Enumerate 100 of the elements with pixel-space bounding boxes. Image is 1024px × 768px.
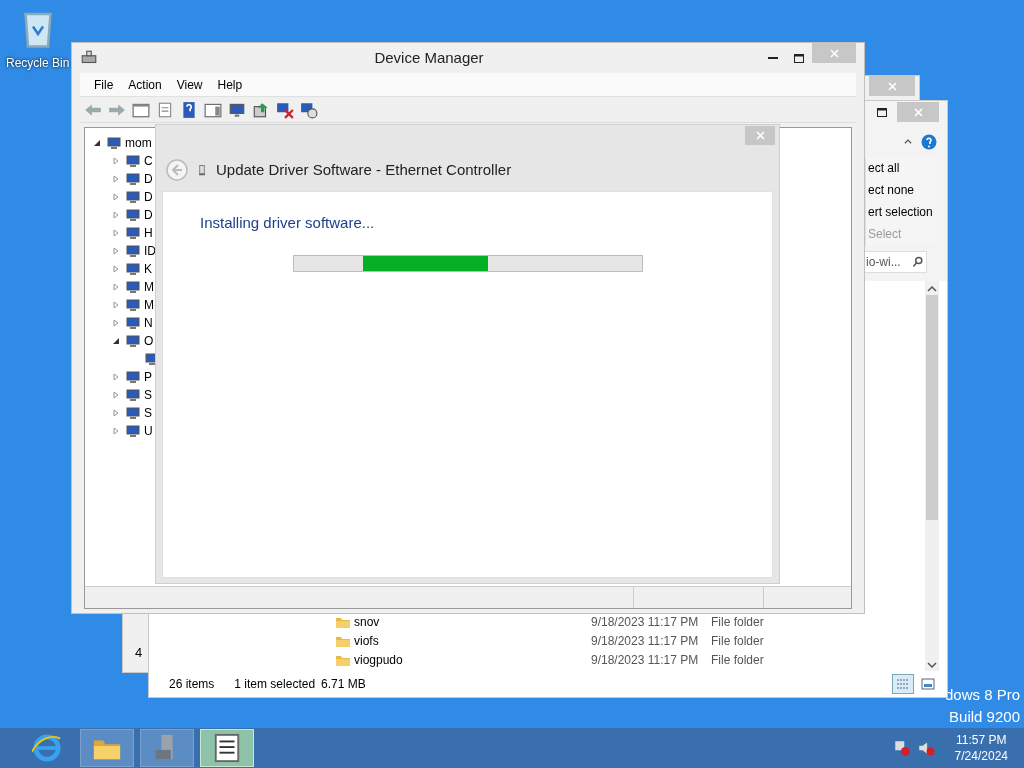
clock-time[interactable]: 11:57 PM (956, 732, 1007, 748)
device-icon (125, 153, 141, 169)
tree-item[interactable]: mom (125, 134, 152, 152)
status-text: 1 item selected (234, 676, 316, 693)
device-icon (125, 387, 141, 403)
device-icon (125, 189, 141, 205)
tree-item[interactable]: D (144, 188, 153, 206)
tree-item[interactable]: M (144, 278, 154, 296)
clock-date[interactable]: 7/24/2024 (954, 748, 1008, 764)
expand-arrow-icon[interactable] (112, 157, 120, 165)
expand-arrow-icon[interactable] (112, 175, 120, 183)
scroll-up-icon[interactable] (927, 285, 937, 293)
ribbon-group-label: Select (868, 226, 903, 243)
maximize-icon (794, 53, 804, 63)
close-button[interactable] (869, 76, 915, 96)
file-name[interactable]: viogpudo (351, 650, 591, 669)
dialog-title: Update Driver Software - Ethernet Controller (216, 159, 512, 180)
close-icon (887, 81, 897, 91)
network-adapter-icon (196, 162, 208, 178)
expand-arrow-icon[interactable] (112, 211, 120, 219)
tree-item[interactable]: C (144, 152, 153, 170)
device-icon (125, 225, 141, 241)
expand-arrow-icon[interactable] (112, 283, 120, 291)
device-icon (300, 100, 318, 119)
expand-arrow-icon[interactable] (112, 319, 120, 327)
network-error-icon (892, 739, 911, 757)
tree-item[interactable]: N (144, 314, 153, 332)
expand-arrow-icon[interactable] (112, 247, 120, 255)
search-icon (912, 256, 924, 268)
tree-item[interactable]: H (144, 224, 153, 242)
menu-item[interactable]: Action (122, 75, 168, 94)
window-title: Device Manager (373, 47, 485, 68)
device-icon (125, 405, 141, 421)
status-text: 6.71 MB (321, 676, 366, 693)
file-name[interactable]: snov (351, 612, 591, 631)
tree-item[interactable]: P (144, 368, 152, 386)
window-text: 4 (135, 643, 143, 662)
collapse-arrow-icon[interactable] (93, 139, 101, 147)
close-icon (755, 131, 765, 140)
expand-arrow-icon[interactable] (112, 301, 120, 309)
device-icon (106, 135, 122, 151)
tree-item[interactable]: O (144, 332, 154, 350)
close-icon (829, 48, 839, 58)
expand-arrow-icon[interactable] (112, 373, 120, 381)
file-type: File folder (711, 651, 764, 669)
device-icon (125, 315, 141, 331)
list-icon (212, 733, 242, 763)
collapse-arrow-icon[interactable] (112, 337, 120, 345)
status-heading: Installing driver software... (200, 213, 375, 233)
device-icon (125, 207, 141, 223)
tree-item[interactable]: D (144, 206, 153, 224)
ribbon-command[interactable]: ect none (868, 179, 937, 201)
edition-text: Build 9200 (949, 707, 1020, 727)
back-button[interactable] (166, 159, 188, 181)
details-list-icon (896, 678, 910, 690)
expand-arrow-icon[interactable] (112, 193, 120, 201)
details-view-button[interactable] (892, 674, 914, 694)
scroll-down-icon[interactable] (927, 661, 937, 669)
caret-up-icon (903, 137, 913, 147)
menu-item[interactable]: View (170, 75, 209, 94)
tree-item[interactable]: U (144, 422, 153, 440)
document-icon (156, 100, 174, 119)
maximize-icon (877, 107, 887, 117)
device-icon (125, 279, 141, 295)
close-icon (913, 107, 923, 117)
device-icon (125, 333, 141, 349)
minimize-icon (768, 56, 778, 60)
device-icon (125, 423, 141, 439)
ribbon-command[interactable]: ect all (868, 157, 937, 179)
menu-item[interactable]: File (88, 75, 120, 94)
help-icon[interactable] (921, 134, 937, 150)
file-date: 9/18/2023 11:17 PM (591, 632, 700, 650)
device-icon (125, 261, 141, 277)
search-field[interactable]: io-wi... (863, 251, 927, 273)
tree-item[interactable]: M (144, 296, 154, 314)
remove-device-icon (276, 100, 294, 119)
expand-arrow-icon[interactable] (112, 391, 120, 399)
tree-item[interactable]: D (144, 170, 153, 188)
status-text: 26 items (169, 676, 215, 693)
tree-item[interactable]: S (144, 404, 152, 422)
file-date: 9/18/2023 11:17 PM (591, 613, 700, 631)
device-icon (125, 369, 141, 385)
close-button[interactable] (745, 126, 775, 145)
tree-item[interactable]: S (144, 386, 152, 404)
file-date: 9/18/2023 11:17 PM (591, 651, 700, 669)
file-name[interactable]: viofs (351, 631, 591, 650)
expand-arrow-icon[interactable] (112, 409, 120, 417)
expand-arrow-icon[interactable] (112, 427, 120, 435)
device-icon (125, 297, 141, 313)
tree-item[interactable]: ID (144, 242, 156, 260)
tree-item[interactable]: K (144, 260, 152, 278)
expand-arrow-icon[interactable] (112, 265, 120, 273)
expand-arrow-icon[interactable] (112, 229, 120, 237)
help-icon (180, 100, 198, 119)
menu-item[interactable]: Help (211, 75, 249, 94)
browser-e-icon (32, 733, 62, 763)
device-icon (125, 243, 141, 259)
desktop-icon-label[interactable]: Recycle Bin (6, 54, 70, 72)
ribbon-command[interactable]: ert selection (868, 201, 937, 223)
device-icon (125, 171, 141, 187)
